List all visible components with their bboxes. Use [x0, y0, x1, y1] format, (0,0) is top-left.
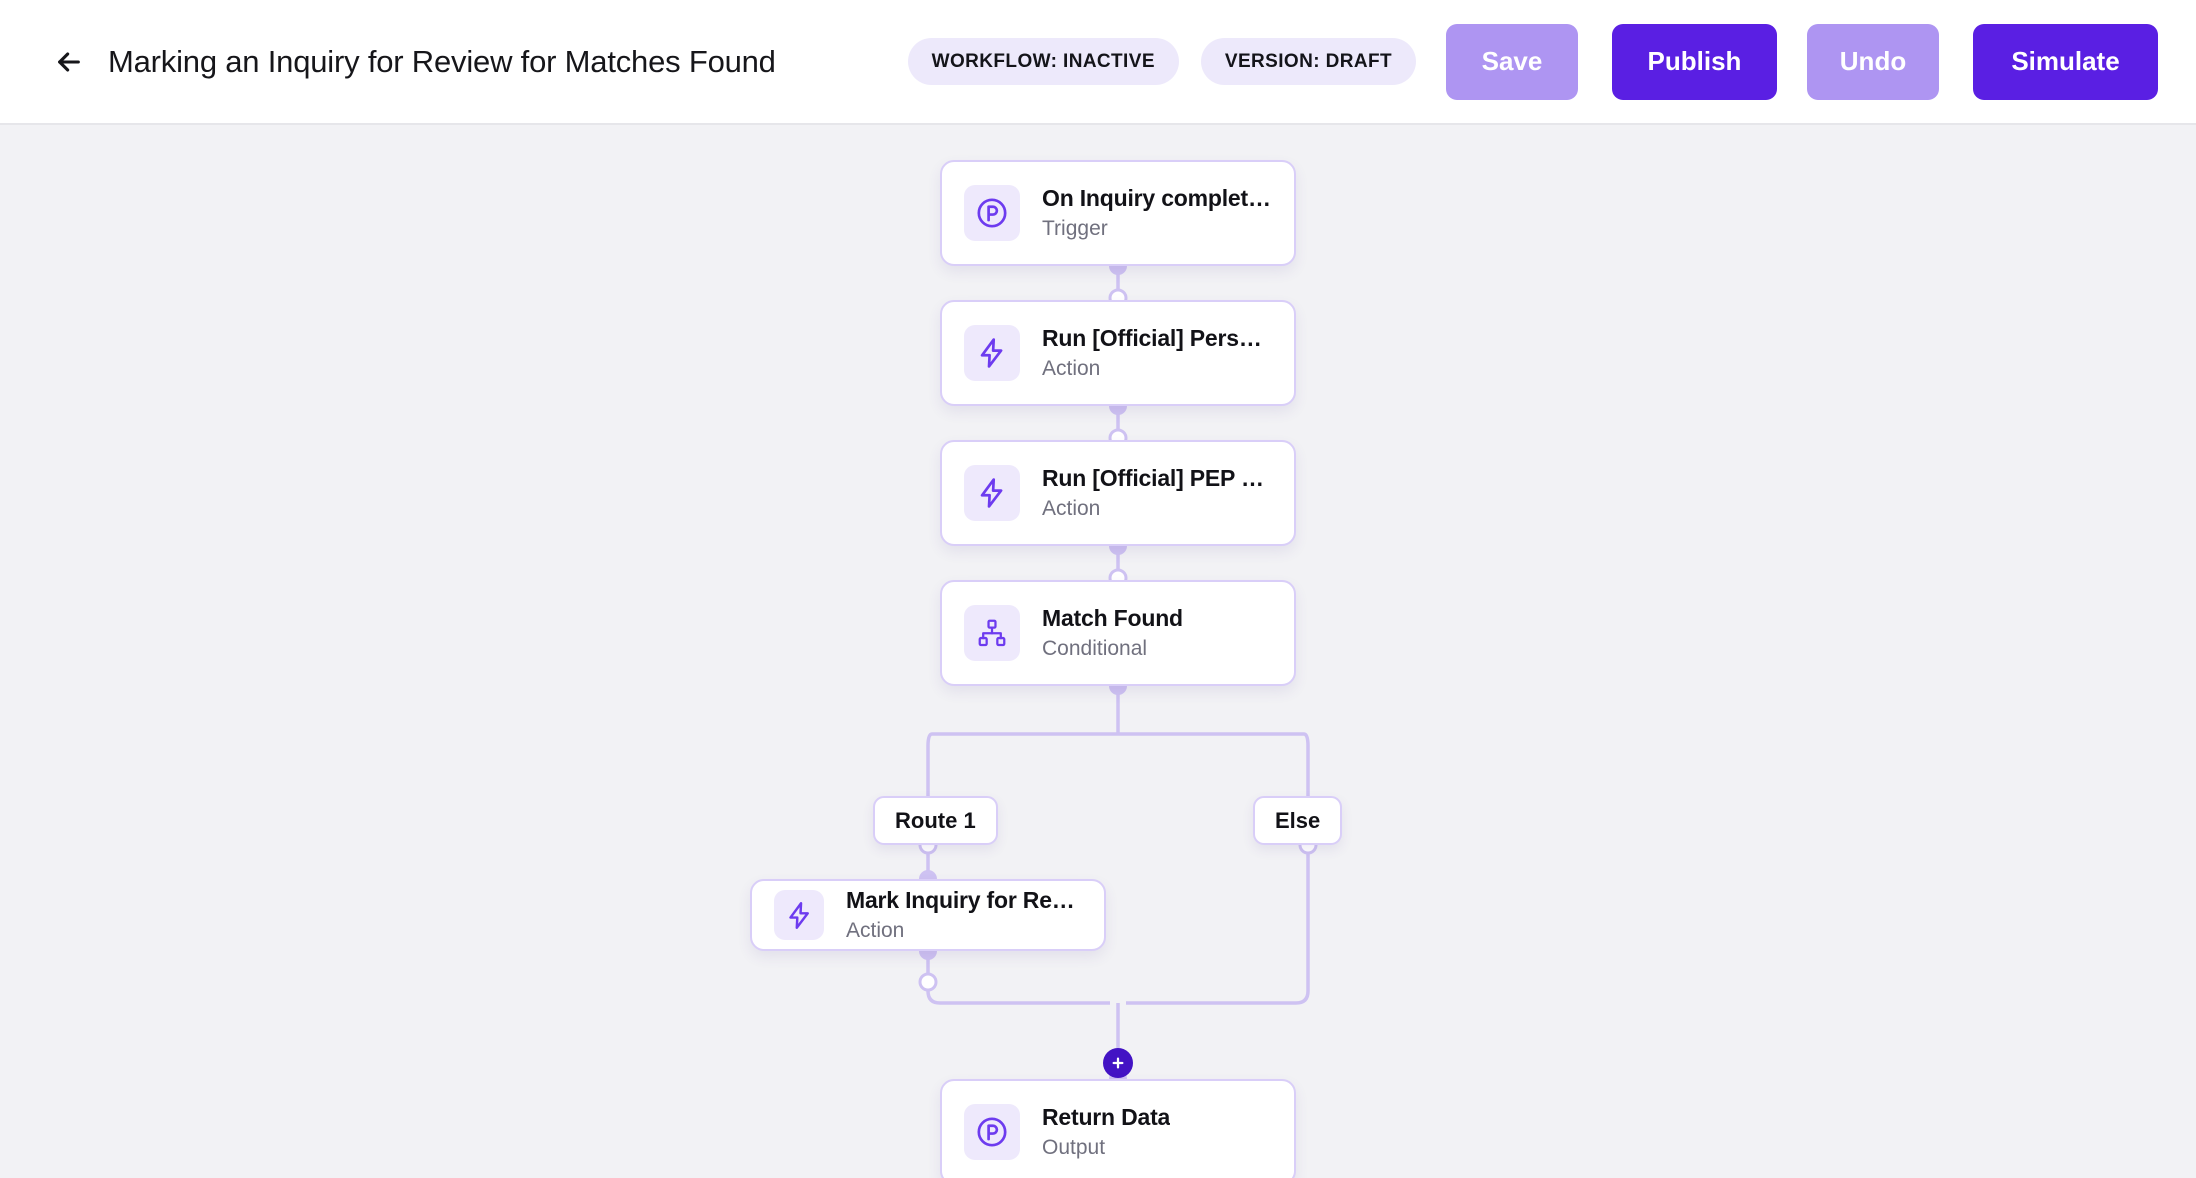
persona-p-circle-icon — [964, 185, 1020, 241]
node-title: Match Found — [1042, 604, 1183, 631]
node-text: Match Found Conditional — [1042, 604, 1183, 663]
lightning-bolt-icon — [964, 465, 1020, 521]
workflow-node-trigger[interactable]: On Inquiry completed Trigger — [940, 160, 1296, 266]
workflow-node-action-mark-inquiry[interactable]: Mark Inquiry for Review Action — [750, 879, 1106, 951]
lightning-bolt-icon — [964, 325, 1020, 381]
node-subtitle: Trigger — [1042, 217, 1108, 241]
publish-button[interactable]: Publish — [1612, 23, 1777, 100]
plus-icon — [1110, 1055, 1126, 1071]
branch-label-text: Else — [1275, 807, 1321, 833]
app-header: Marking an Inquiry for Review for Matche… — [0, 0, 2196, 125]
node-text: On Inquiry completed Trigger — [1042, 184, 1272, 243]
persona-p-circle-icon — [964, 1104, 1020, 1160]
node-subtitle: Action — [1042, 357, 1101, 381]
branch-label-text: Route 1 — [895, 807, 976, 833]
add-node-button[interactable] — [1103, 1048, 1133, 1078]
branch-label-else[interactable]: Else — [1253, 796, 1343, 845]
node-text: Run [Official] PEP Report… Action — [1042, 464, 1272, 523]
back-button[interactable] — [46, 39, 92, 85]
node-text: Mark Inquiry for Review Action — [846, 886, 1082, 945]
node-subtitle: Action — [846, 919, 905, 943]
node-title: Run [Official] PEP Report… — [1042, 464, 1272, 491]
node-title: Return Data — [1042, 1103, 1171, 1130]
status-badge-version: VERSION: DRAFT — [1200, 38, 1416, 85]
arrow-left-icon — [53, 46, 85, 78]
node-title: Mark Inquiry for Review — [846, 886, 1082, 913]
node-title: Run [Official] Person Wat… — [1042, 324, 1272, 351]
status-badge-workflow: WORKFLOW: INACTIVE — [907, 38, 1179, 85]
simulate-button[interactable]: Simulate — [1973, 23, 2158, 100]
sitemap-icon — [964, 605, 1020, 661]
lightning-bolt-icon — [774, 890, 824, 940]
save-button[interactable]: Save — [1446, 23, 1578, 100]
workflow-canvas[interactable]: On Inquiry completed Trigger Run [Offici… — [0, 127, 2196, 1178]
branch-label-route-1[interactable]: Route 1 — [873, 796, 998, 845]
workflow-node-action-pep-report[interactable]: Run [Official] PEP Report… Action — [940, 440, 1296, 546]
node-text: Return Data Output — [1042, 1103, 1170, 1162]
undo-button[interactable]: Undo — [1807, 23, 1939, 100]
workflow-node-output-return-data[interactable]: Return Data Output — [940, 1079, 1296, 1178]
workflow-node-action-person-watchlist[interactable]: Run [Official] Person Wat… Action — [940, 300, 1296, 406]
page-title: Marking an Inquiry for Review for Matche… — [108, 43, 776, 79]
node-subtitle: Conditional — [1042, 637, 1148, 661]
node-subtitle: Action — [1042, 497, 1101, 521]
node-subtitle: Output — [1042, 1136, 1106, 1160]
node-title: On Inquiry completed — [1042, 184, 1272, 211]
workflow-node-conditional-match-found[interactable]: Match Found Conditional — [940, 580, 1296, 686]
node-text: Run [Official] Person Wat… Action — [1042, 324, 1272, 383]
